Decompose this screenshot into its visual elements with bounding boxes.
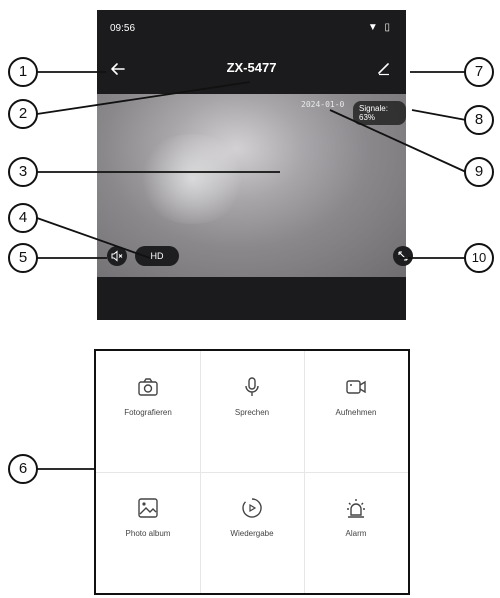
callout-9: 9 bbox=[464, 157, 494, 187]
callout-2: 2 bbox=[8, 99, 38, 129]
callout-5: 5 bbox=[8, 243, 38, 273]
callout-6: 6 bbox=[8, 454, 38, 484]
callout-7: 7 bbox=[464, 57, 494, 87]
callout-1: 1 bbox=[8, 57, 38, 87]
callout-8: 8 bbox=[464, 105, 494, 135]
callout-10: 10 bbox=[464, 243, 494, 273]
callout-4: 4 bbox=[8, 203, 38, 233]
callout-leader-lines bbox=[36, 71, 467, 470]
callout-3: 3 bbox=[8, 157, 38, 187]
